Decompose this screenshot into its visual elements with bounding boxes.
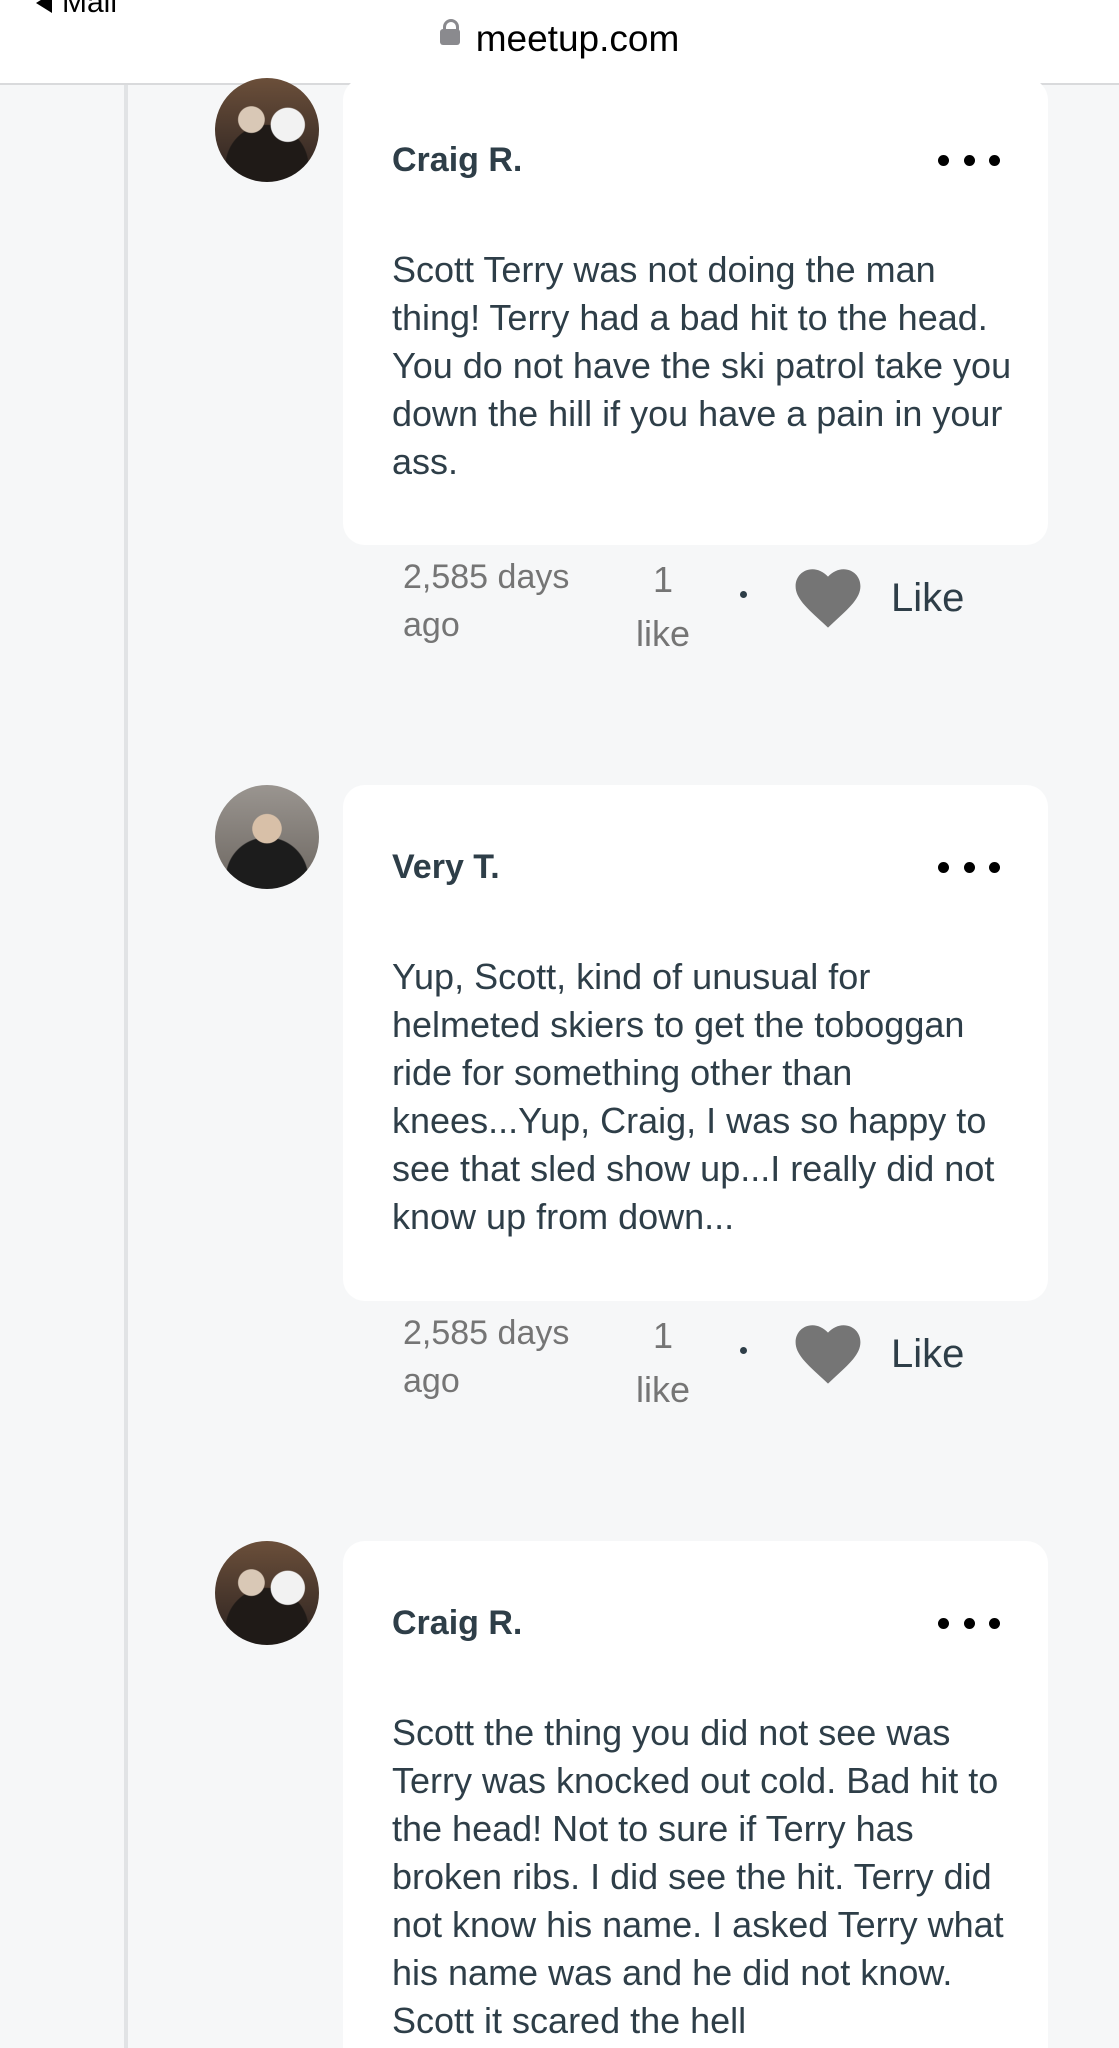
like-button[interactable]: Like: [793, 1319, 964, 1389]
lock-icon: [439, 19, 460, 46]
comment-card: Craig R. Scott Terry was not doing the m…: [343, 78, 1048, 545]
like-label: Like: [891, 575, 965, 620]
comment-card: Very T. Yup, Scott, kind of unusual for …: [343, 785, 1048, 1301]
heart-icon: [795, 1325, 861, 1384]
comment-author[interactable]: Craig R.: [392, 141, 522, 180]
avatar-very-t[interactable]: [215, 785, 319, 889]
avatar-craig-r[interactable]: [215, 78, 319, 182]
comment-text: Scott the thing you did not see was Terr…: [392, 1712, 1004, 2041]
browser-address-bar: Mail meetup.com: [0, 0, 1119, 85]
comment-author[interactable]: Very T.: [392, 848, 500, 887]
comment-text: Yup, Scott, kind of unusual for helmeted…: [392, 956, 995, 1237]
heart-icon: [795, 569, 861, 628]
comment-meta: 2,585 days ago 1 like Like: [403, 1309, 1003, 1410]
more-options-icon[interactable]: [938, 1616, 1000, 1630]
like-count[interactable]: 1 like: [628, 1309, 698, 1417]
more-options-icon[interactable]: [938, 860, 1000, 874]
separator-dot: [740, 1347, 747, 1354]
avatar-craig-r[interactable]: [215, 1541, 319, 1645]
like-button[interactable]: Like: [793, 563, 964, 633]
url-text: meetup.com: [475, 18, 680, 59]
comment-text: Scott Terry was not doing the man thing!…: [392, 249, 1012, 482]
thread-line: [124, 85, 128, 2048]
comment-author[interactable]: Craig R.: [392, 1604, 522, 1643]
comment-card: Craig R. Scott the thing you did not see…: [343, 1541, 1048, 2048]
like-label: Like: [891, 1331, 965, 1376]
back-triangle-icon: [36, 0, 52, 13]
back-to-mail-link[interactable]: Mail: [36, 0, 117, 20]
comment-meta: 2,585 days ago 1 like Like: [403, 553, 1003, 654]
like-count[interactable]: 1 like: [628, 553, 698, 661]
back-label: Mail: [62, 0, 118, 19]
comment-timestamp: 2,585 days ago: [403, 558, 570, 644]
separator-dot: [740, 591, 747, 598]
url-display[interactable]: meetup.com: [0, 18, 1119, 60]
comment-timestamp: 2,585 days ago: [403, 1314, 570, 1400]
more-options-icon[interactable]: [938, 153, 1000, 167]
